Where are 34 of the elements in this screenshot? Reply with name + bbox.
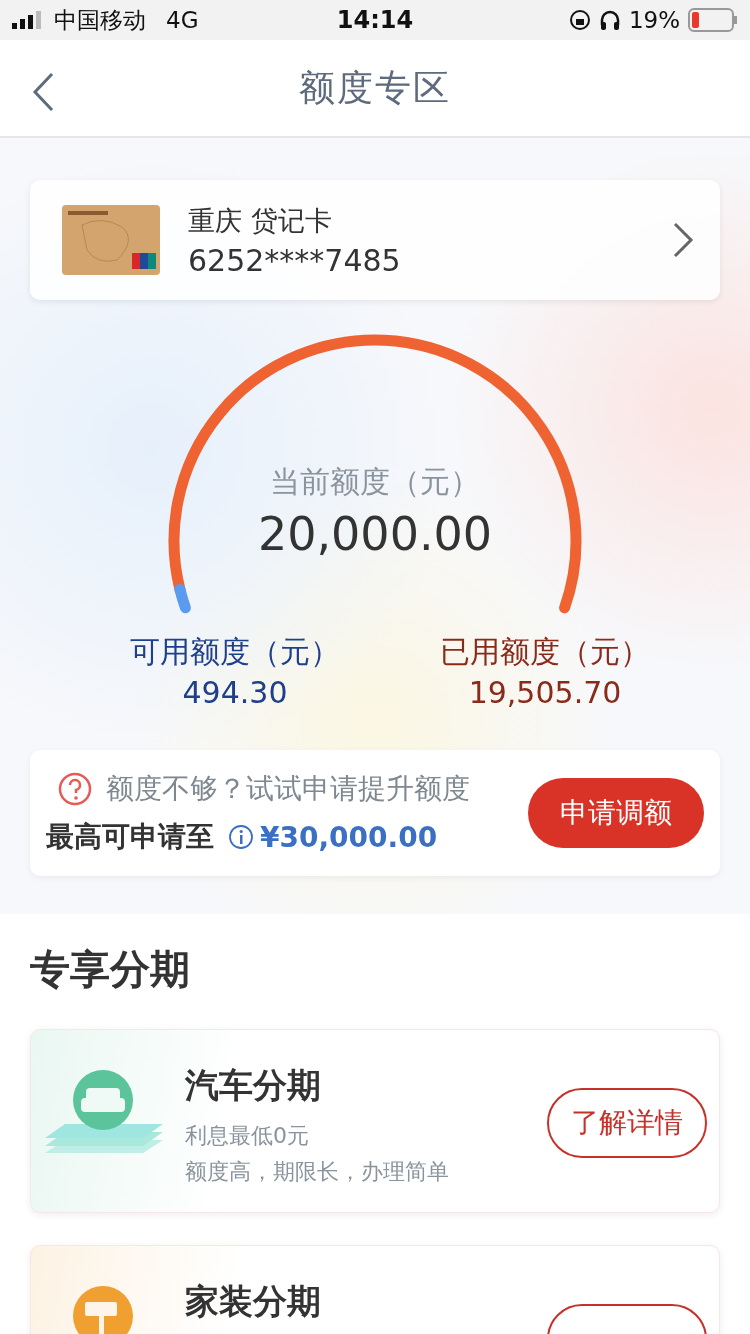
chevron-right-icon [672, 222, 694, 258]
max-limit-label: 最高可申请至 [46, 819, 214, 855]
current-limit-label: 当前额度（元） [270, 463, 480, 501]
info-icon[interactable] [228, 824, 254, 850]
battery-icon [688, 8, 738, 32]
back-icon[interactable] [32, 72, 56, 112]
carrier-name: 中国移动 [54, 5, 146, 35]
card-selector[interactable]: 重庆 贷记卡 6252****7485 [30, 180, 720, 300]
page-title: 额度专区 [299, 65, 451, 110]
battery-percent: 19% [628, 7, 680, 33]
product-card[interactable]: 家装分期 [30, 1245, 720, 1334]
question-icon [58, 772, 92, 806]
available-limit-label: 可用额度（元） [130, 633, 340, 671]
card-name: 重庆 贷记卡 [188, 203, 333, 238]
card-number: 6252****7485 [188, 242, 402, 278]
rotation-lock-icon [568, 9, 591, 31]
product-title: 家装分期 [185, 1282, 322, 1322]
clock-time: 14:14 [336, 6, 414, 34]
section-title: 专享分期 [30, 945, 191, 994]
product-button[interactable]: 了解详情 [547, 1088, 707, 1158]
bank-card-icon [62, 205, 160, 275]
network-type: 4G [166, 7, 199, 33]
available-limit-value: 494.30 [182, 675, 288, 710]
used-limit-value: 19,505.70 [468, 675, 622, 710]
product-description: 利息最低0元 [185, 1122, 310, 1151]
product-title: 汽车分期 [185, 1066, 322, 1106]
product-card[interactable]: 汽车分期 利息最低0元 额度高，期限长，办理简单 了解详情 [30, 1029, 720, 1213]
max-limit-value: ¥30,000.00 [260, 820, 438, 854]
headphones-icon [598, 9, 621, 31]
product-description: 额度高，期限长，办理简单 [185, 1158, 450, 1187]
current-limit-value: 20,000.00 [257, 507, 493, 561]
used-limit-label: 已用额度（元） [440, 633, 650, 671]
apply-adjust-button[interactable]: 申请调额 [528, 778, 704, 848]
increase-hint: 额度不够？试试申请提升额度 [106, 771, 470, 807]
